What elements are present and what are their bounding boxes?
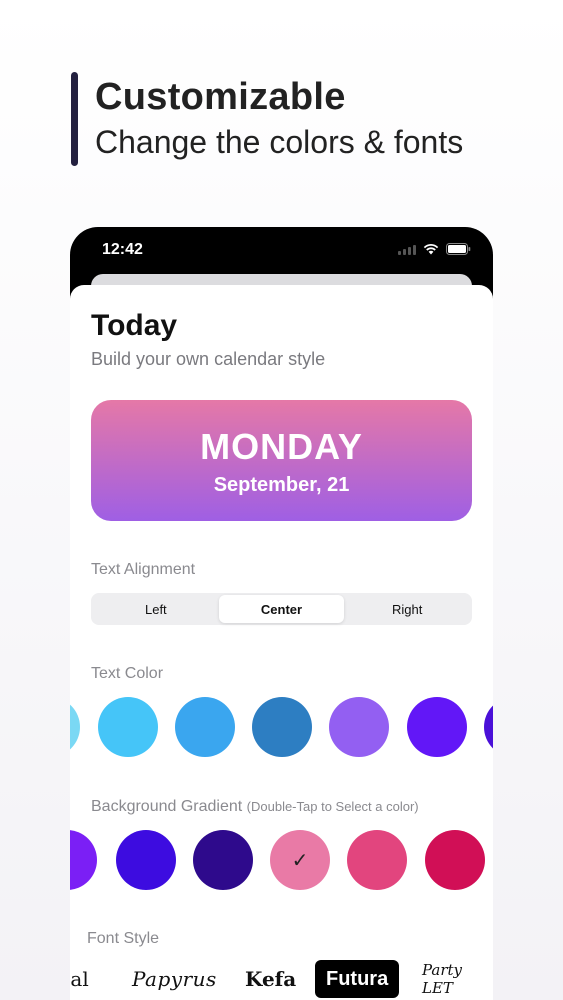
font-option-party-let[interactable]: Party LET (422, 960, 493, 998)
alignment-right-segment[interactable]: Right (344, 595, 470, 623)
checkmark-icon: ✓ (291, 849, 309, 872)
gradient-swatch[interactable] (116, 830, 176, 890)
preview-day: MONDAY (200, 426, 363, 467)
hero-subtitle: Change the colors & fonts (95, 124, 464, 160)
gradient-swatch[interactable] (193, 830, 253, 890)
background-gradient-title: Background Gradient (91, 798, 243, 815)
alignment-center-segment[interactable]: Center (218, 595, 345, 623)
calendar-preview: MONDAY September, 21 (91, 400, 472, 521)
gradient-swatch[interactable] (70, 830, 97, 890)
font-option-futura[interactable]: Futura (315, 960, 400, 998)
text-color-swatch[interactable] (329, 697, 389, 757)
text-color-swatch[interactable] (407, 697, 467, 757)
background-gradient-label: Background Gradient (Double-Tap to Selec… (91, 798, 419, 816)
background-gradient-hint: (Double-Tap to Select a color) (246, 799, 419, 814)
font-option-arial[interactable]: ial (70, 960, 89, 998)
font-style-label: Font Style (87, 930, 160, 947)
sheet-subtitle: Build your own calendar style (91, 349, 326, 369)
status-icons (398, 243, 471, 255)
gradient-swatch[interactable] (425, 830, 485, 890)
text-alignment-control: Left Center Right (91, 593, 472, 625)
gradient-swatch[interactable] (347, 830, 407, 890)
wifi-icon (423, 244, 439, 255)
preview-date: September, 21 (213, 474, 350, 496)
text-color-swatches (70, 697, 493, 759)
settings-sheet: Today Build your own calendar style MOND… (70, 285, 493, 1000)
hero-accent-bar (71, 72, 78, 166)
phone-frame: 12:42 Today Build your own calendar styl… (70, 227, 493, 1000)
text-color-label: Text Color (91, 665, 164, 682)
text-color-swatch[interactable] (70, 697, 80, 757)
gradient-swatch-selected[interactable]: ✓ (270, 830, 330, 890)
battery-icon (446, 243, 471, 255)
text-color-swatch[interactable] (252, 697, 312, 757)
signal-icon (398, 244, 416, 255)
sheet-title: Today (91, 309, 178, 342)
alignment-left-segment[interactable]: Left (93, 595, 219, 623)
font-style-options: ial Papyrus Kefa Futura Party LET (70, 960, 493, 1000)
status-time: 12:42 (102, 241, 143, 258)
font-option-kefa[interactable]: Kefa (245, 960, 296, 998)
hero-title: Customizable (95, 76, 346, 118)
text-alignment-label: Text Alignment (91, 561, 196, 578)
background-gradient-swatches: ✓ (70, 830, 493, 892)
font-option-papyrus[interactable]: Papyrus (132, 960, 217, 998)
text-color-swatch[interactable] (98, 697, 158, 757)
text-color-swatch[interactable] (175, 697, 235, 757)
text-color-swatch[interactable] (484, 697, 493, 757)
